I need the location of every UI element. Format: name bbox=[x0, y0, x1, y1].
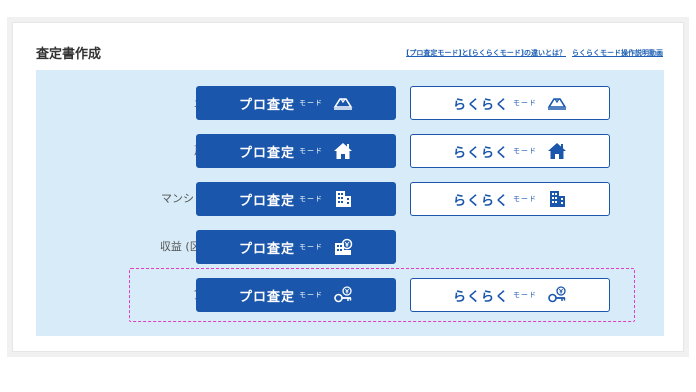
help-links: [プロ査定モード]と[らくらくモード]の違いとは？ らくらくモード操作説明動画 bbox=[406, 48, 663, 58]
house-icon bbox=[547, 142, 567, 160]
row-condo: マンション プロ査定 モード らくらく モード bbox=[36, 182, 664, 220]
button-suffix: モード bbox=[299, 99, 323, 107]
mode-difference-link[interactable]: [プロ査定モード]と[らくらくモード]の違いとは？ bbox=[406, 48, 566, 58]
button-suffix: モード bbox=[513, 147, 537, 155]
house-pro-mode-button[interactable]: プロ査定 モード bbox=[196, 134, 396, 168]
button-label: らくらく bbox=[452, 193, 509, 209]
button-suffix: モード bbox=[513, 195, 537, 203]
button-suffix: モード bbox=[299, 243, 323, 251]
button-label: プロ査定 bbox=[238, 241, 295, 257]
button-label: プロ査定 bbox=[238, 145, 295, 161]
button-label: プロ査定 bbox=[238, 97, 295, 113]
income-pro-mode-button[interactable]: プロ査定 モード bbox=[196, 230, 396, 264]
button-suffix: モード bbox=[513, 99, 537, 107]
condo-pro-mode-button[interactable]: プロ査定 モード bbox=[196, 182, 396, 216]
income-icon bbox=[333, 238, 353, 256]
button-label: プロ査定 bbox=[238, 193, 295, 209]
rent-row-highlight-box bbox=[129, 268, 635, 322]
land-icon bbox=[547, 94, 567, 112]
button-label: らくらく bbox=[452, 97, 509, 113]
row-land: 土地 プロ査定 モード らくらく モード bbox=[36, 86, 664, 124]
button-suffix: モード bbox=[299, 195, 323, 203]
condo-easy-mode-button[interactable]: らくらく モード bbox=[410, 182, 610, 216]
button-suffix: モード bbox=[299, 147, 323, 155]
land-pro-mode-button[interactable]: プロ査定 モード bbox=[196, 86, 396, 120]
easy-mode-video-link[interactable]: らくらくモード操作説明動画 bbox=[572, 48, 663, 58]
building-icon bbox=[333, 190, 353, 208]
row-house: 戸建 プロ査定 モード らくらく モード bbox=[36, 134, 664, 172]
row-income: 収益 (区分) プロ査定 モード bbox=[36, 230, 664, 268]
house-icon bbox=[333, 142, 353, 160]
building-icon bbox=[547, 190, 567, 208]
land-easy-mode-button[interactable]: らくらく モード bbox=[410, 86, 610, 120]
land-icon bbox=[333, 94, 353, 112]
page-title: 査定書作成 bbox=[36, 47, 102, 62]
button-label: らくらく bbox=[452, 145, 509, 161]
house-easy-mode-button[interactable]: らくらく モード bbox=[410, 134, 610, 168]
